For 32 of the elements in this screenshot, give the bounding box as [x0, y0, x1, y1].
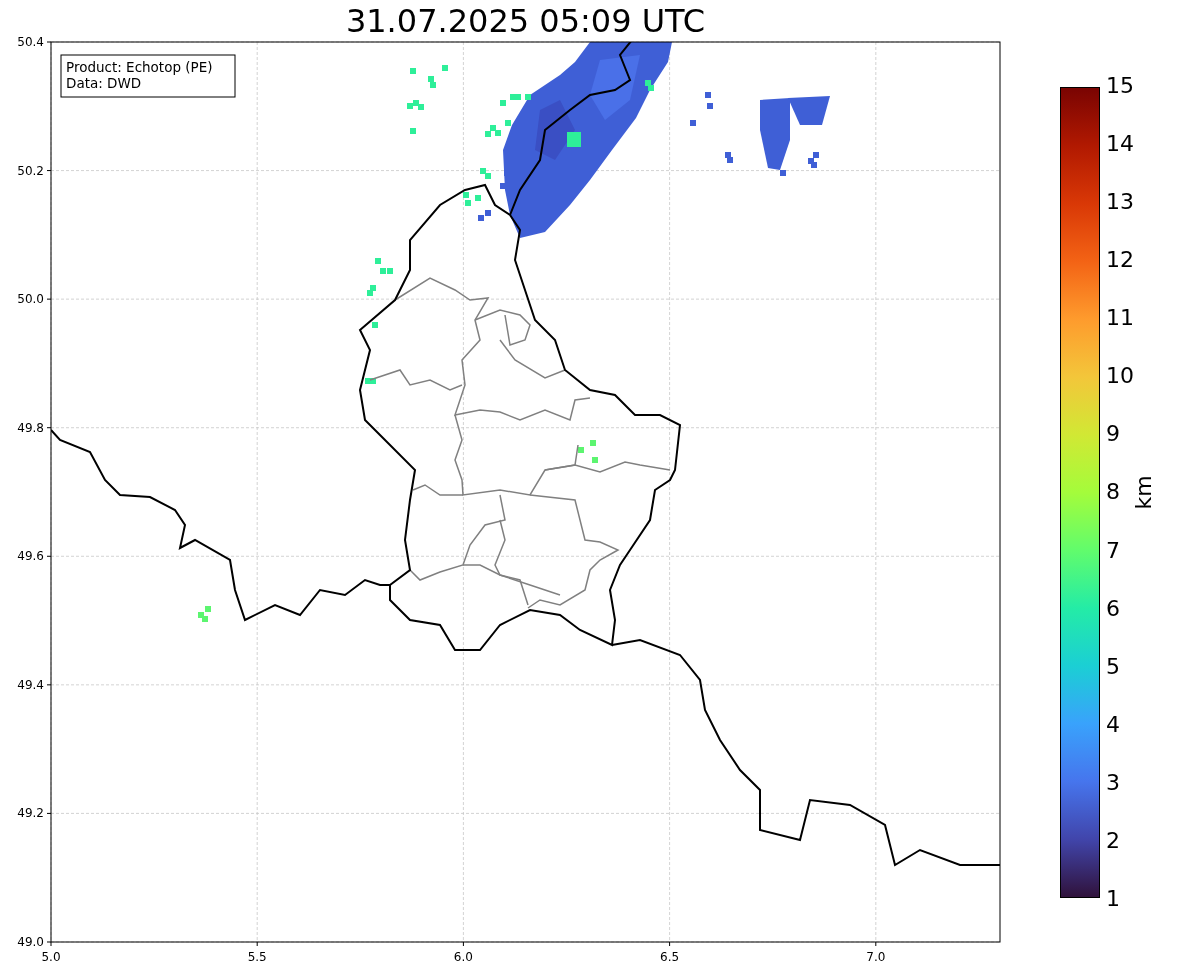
colorbar-tick-label: 9	[1106, 421, 1121, 448]
x-tick-label: 6.5	[660, 950, 680, 964]
legend-text: Data: DWD	[66, 75, 142, 91]
y-tick-label: 49.8	[17, 420, 44, 435]
x-tick-label: 5.5	[247, 950, 267, 964]
y-tick-label: 50.0	[17, 292, 44, 307]
colorbar-tick-label: 14	[1106, 131, 1134, 158]
x-tick-label: 7.0	[866, 950, 886, 964]
colorbar-tick-label: 12	[1106, 247, 1134, 274]
x-tick-label: 5.0	[41, 950, 61, 964]
colorbar-tick-label: 13	[1106, 189, 1134, 216]
chart-title: 31.07.2025 05:09 UTC	[345, 1, 706, 42]
y-tick-label: 49.2	[17, 806, 44, 821]
y-tick-label: 49.0	[17, 935, 44, 949]
colorbar-tick-label: 2	[1106, 827, 1121, 854]
y-tick-label: 50.4	[17, 35, 44, 49]
colorbar-tick-label: 15	[1106, 73, 1134, 99]
colorbar-tick-label: 5	[1106, 653, 1121, 680]
y-tick-label: 49.6	[17, 549, 44, 564]
colorbar-tick-label: 6	[1106, 595, 1121, 622]
y-tick-label: 49.4	[17, 677, 44, 692]
colorbar-tick-label: 8	[1106, 479, 1121, 506]
colorbar-label: km	[1129, 475, 1157, 510]
colorbar-tick-label: 4	[1106, 711, 1121, 738]
colorbar-tick-label: 11	[1106, 305, 1134, 332]
legend-text: Product: Echotop (PE)	[66, 59, 213, 75]
x-tick-label: 6.0	[453, 950, 473, 964]
colorbar-tick-label: 1	[1106, 885, 1121, 912]
colorbar-tick-label: 3	[1106, 769, 1121, 796]
colorbar-tick-label: 10	[1106, 363, 1134, 390]
y-tick-label: 50.2	[17, 163, 44, 178]
colorbar-tick-label: 7	[1106, 537, 1121, 564]
